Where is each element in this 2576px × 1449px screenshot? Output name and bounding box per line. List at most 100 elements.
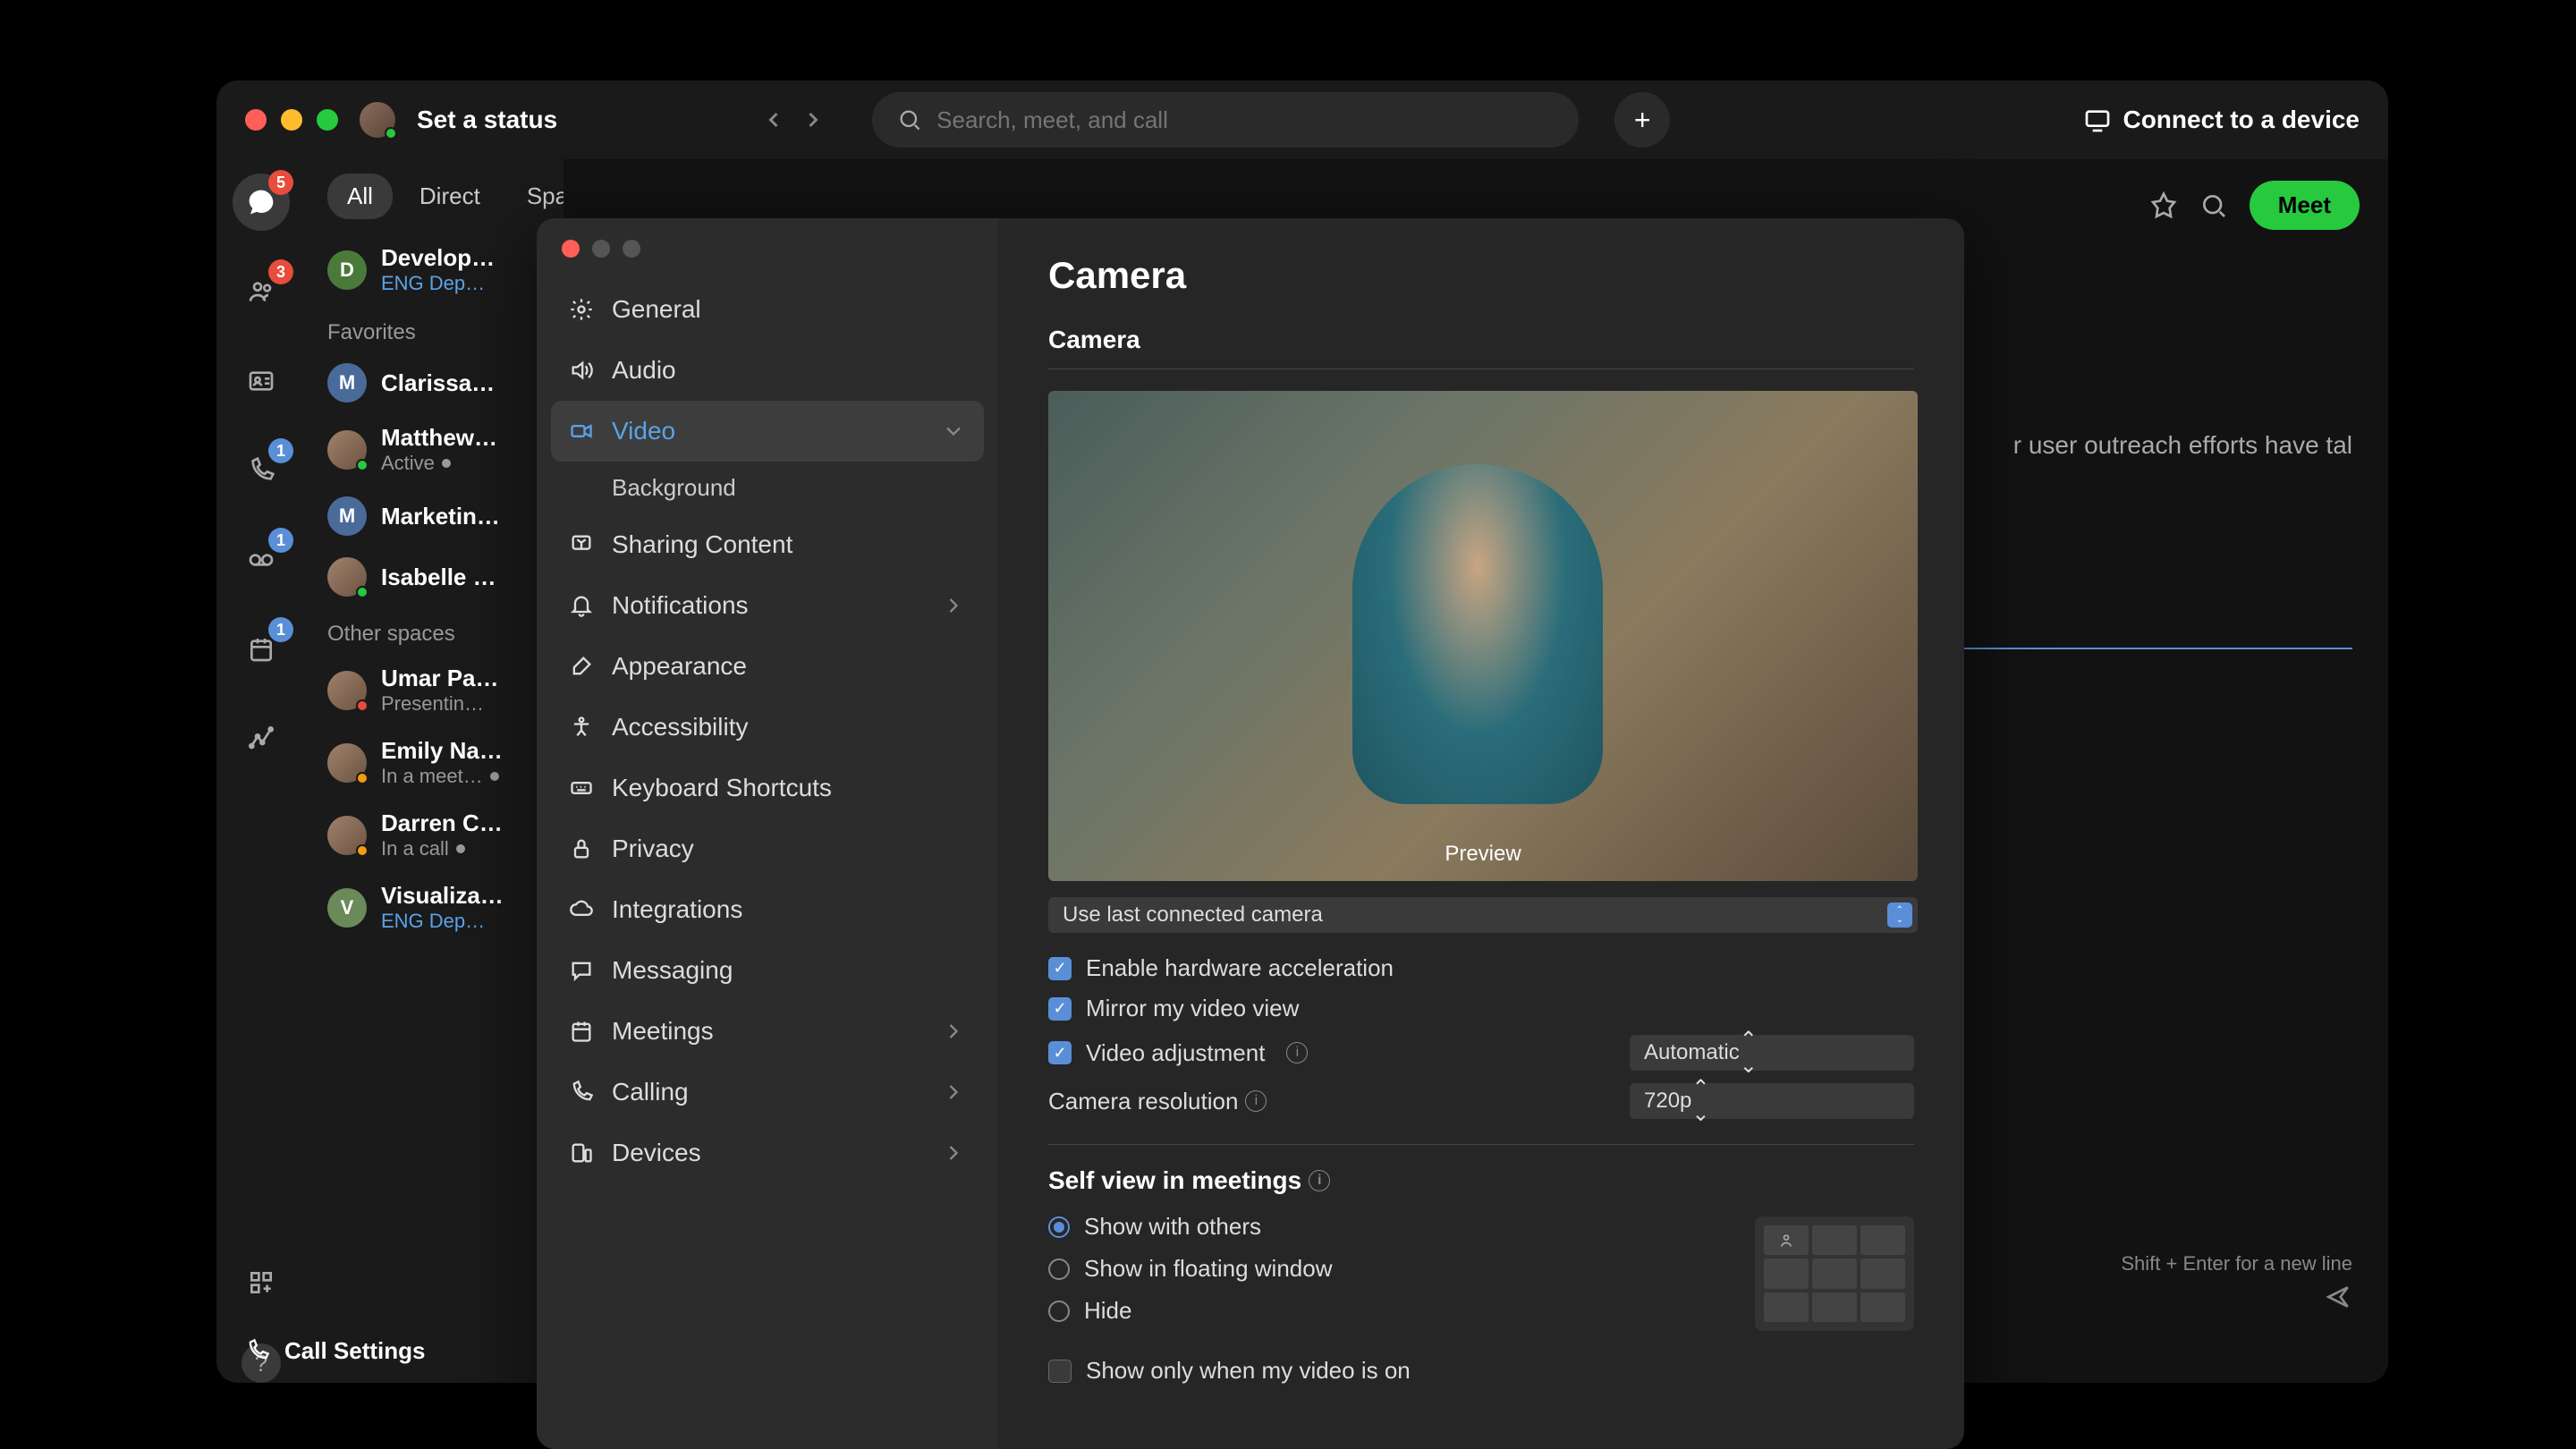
search-in-space-icon[interactable] — [2199, 191, 2228, 220]
call-settings-button[interactable]: Call Settings — [284, 1337, 425, 1365]
grid-cell[interactable] — [1812, 1225, 1857, 1255]
nav-calling[interactable]: Calling — [551, 1062, 984, 1123]
info-icon[interactable]: i — [1245, 1090, 1267, 1112]
avatar: M — [327, 363, 367, 402]
user-avatar[interactable] — [360, 102, 395, 138]
device-icon — [2083, 106, 2112, 134]
video-adjust-select[interactable]: Automatic⌃⌄ — [1630, 1035, 1914, 1071]
nav-video[interactable]: Video — [551, 401, 984, 462]
avatar: D — [327, 250, 367, 290]
avatar: M — [327, 496, 367, 536]
search-bar[interactable] — [872, 92, 1579, 148]
titlebar: Set a status + Connect to a device — [216, 80, 2388, 159]
badge: 5 — [268, 170, 293, 195]
grid-cell[interactable] — [1860, 1292, 1905, 1322]
nav-general[interactable]: General — [551, 279, 984, 340]
grid-cell[interactable] — [1812, 1292, 1857, 1322]
selfview-radio-floating[interactable] — [1048, 1258, 1070, 1280]
window-close-button[interactable] — [245, 109, 267, 131]
nav-audio[interactable]: Audio — [551, 340, 984, 401]
info-icon[interactable]: i — [1309, 1170, 1330, 1191]
rail-meetings[interactable]: 1 — [233, 621, 290, 678]
rail-contacts[interactable] — [233, 352, 290, 410]
grid-cell[interactable] — [1764, 1292, 1809, 1322]
space-item[interactable]: V Visualiza…ENG Dep… — [306, 871, 564, 944]
tab-direct[interactable]: Direct — [400, 174, 500, 219]
analytics-icon — [247, 724, 275, 753]
camera-preview: Preview — [1048, 391, 1918, 881]
nav-notifications[interactable]: Notifications — [551, 575, 984, 636]
nav-privacy[interactable]: Privacy — [551, 818, 984, 879]
rail-voicemail[interactable]: 1 — [233, 531, 290, 589]
connect-device-button[interactable]: Connect to a device — [2083, 106, 2360, 134]
hw-accel-label: Enable hardware acceleration — [1086, 954, 1394, 982]
rail-calls[interactable]: 1 — [233, 442, 290, 499]
presence-indicator — [385, 127, 397, 140]
camera-select[interactable]: Use last connected camera⌃⌄ — [1048, 897, 1918, 933]
search-input[interactable] — [936, 106, 1554, 134]
info-icon[interactable]: i — [1286, 1042, 1308, 1063]
favorite-item[interactable]: M Clarissa… — [306, 352, 564, 413]
grid-cell[interactable] — [1860, 1258, 1905, 1288]
mirror-checkbox[interactable]: ✓ — [1048, 997, 1072, 1021]
window-minimize-button[interactable] — [281, 109, 302, 131]
rail-apps[interactable] — [233, 1254, 290, 1311]
space-item[interactable]: Darren C…In a call — [306, 799, 564, 871]
nav-meetings[interactable]: Meetings — [551, 1001, 984, 1062]
nav-forward-button[interactable] — [797, 104, 829, 136]
rail-teams[interactable]: 3 — [233, 263, 290, 320]
nav-video-background[interactable]: Background — [551, 462, 984, 514]
window-traffic-lights — [245, 109, 338, 131]
selfview-position-grid[interactable] — [1755, 1216, 1914, 1331]
grid-cell[interactable] — [1764, 1225, 1809, 1255]
selfview-radio-hide[interactable] — [1048, 1301, 1070, 1322]
voicemail-icon — [247, 546, 275, 574]
modal-close-button[interactable] — [562, 240, 580, 258]
settings-title: Camera — [1048, 254, 1914, 297]
modal-zoom-button — [623, 240, 640, 258]
space-item[interactable]: Emily Na…In a meet… — [306, 726, 564, 799]
nav-sharing[interactable]: Sharing Content — [551, 514, 984, 575]
selfview-radio-with-others[interactable] — [1048, 1216, 1070, 1238]
nav-messaging[interactable]: Messaging — [551, 940, 984, 1001]
lock-icon — [569, 836, 594, 861]
pin-icon[interactable] — [2149, 191, 2178, 220]
favorite-item[interactable]: Matthew…Active — [306, 413, 564, 486]
grid-cell[interactable] — [1812, 1258, 1857, 1288]
video-adjust-checkbox[interactable]: ✓ — [1048, 1041, 1072, 1064]
favorite-item[interactable]: Isabelle … — [306, 547, 564, 607]
hw-accel-checkbox[interactable]: ✓ — [1048, 957, 1072, 980]
nav-back-button[interactable] — [758, 104, 790, 136]
send-button[interactable] — [2324, 1283, 2352, 1311]
cloud-icon — [569, 897, 594, 922]
nav-accessibility[interactable]: Accessibility — [551, 697, 984, 758]
nav-appearance[interactable]: Appearance — [551, 636, 984, 697]
grid-cell[interactable] — [1860, 1225, 1905, 1255]
modal-traffic-lights — [551, 240, 984, 279]
message-icon — [569, 958, 594, 983]
tab-all[interactable]: All — [327, 174, 393, 219]
contact-card-icon — [247, 367, 275, 395]
avatar — [327, 671, 367, 710]
tab-spaces[interactable]: Spaces — [507, 174, 564, 219]
favorite-item[interactable]: M Marketin… — [306, 486, 564, 547]
nav-devices[interactable]: Devices — [551, 1123, 984, 1183]
resolution-select[interactable]: 720p⌃⌄ — [1630, 1083, 1914, 1119]
device-icon — [569, 1140, 594, 1165]
set-status-button[interactable]: Set a status — [417, 106, 557, 134]
show-only-video-on-checkbox[interactable] — [1048, 1360, 1072, 1383]
create-button[interactable]: + — [1614, 92, 1670, 148]
nav-integrations[interactable]: Integrations — [551, 879, 984, 940]
space-development[interactable]: D Develop…ENG Dep… — [306, 233, 564, 306]
nav-keyboard[interactable]: Keyboard Shortcuts — [551, 758, 984, 818]
window-zoom-button[interactable] — [317, 109, 338, 131]
rail-messaging[interactable]: 5 — [233, 174, 290, 231]
mirror-label: Mirror my video view — [1086, 995, 1299, 1022]
dropdown-arrows-icon: ⌃⌄ — [1740, 1027, 1758, 1079]
avatar — [327, 743, 367, 783]
brush-icon — [569, 654, 594, 679]
grid-cell[interactable] — [1764, 1258, 1809, 1288]
space-item[interactable]: Umar Pa…Presentin… — [306, 654, 564, 726]
meet-button[interactable]: Meet — [2250, 181, 2360, 230]
rail-analytics[interactable] — [233, 710, 290, 767]
